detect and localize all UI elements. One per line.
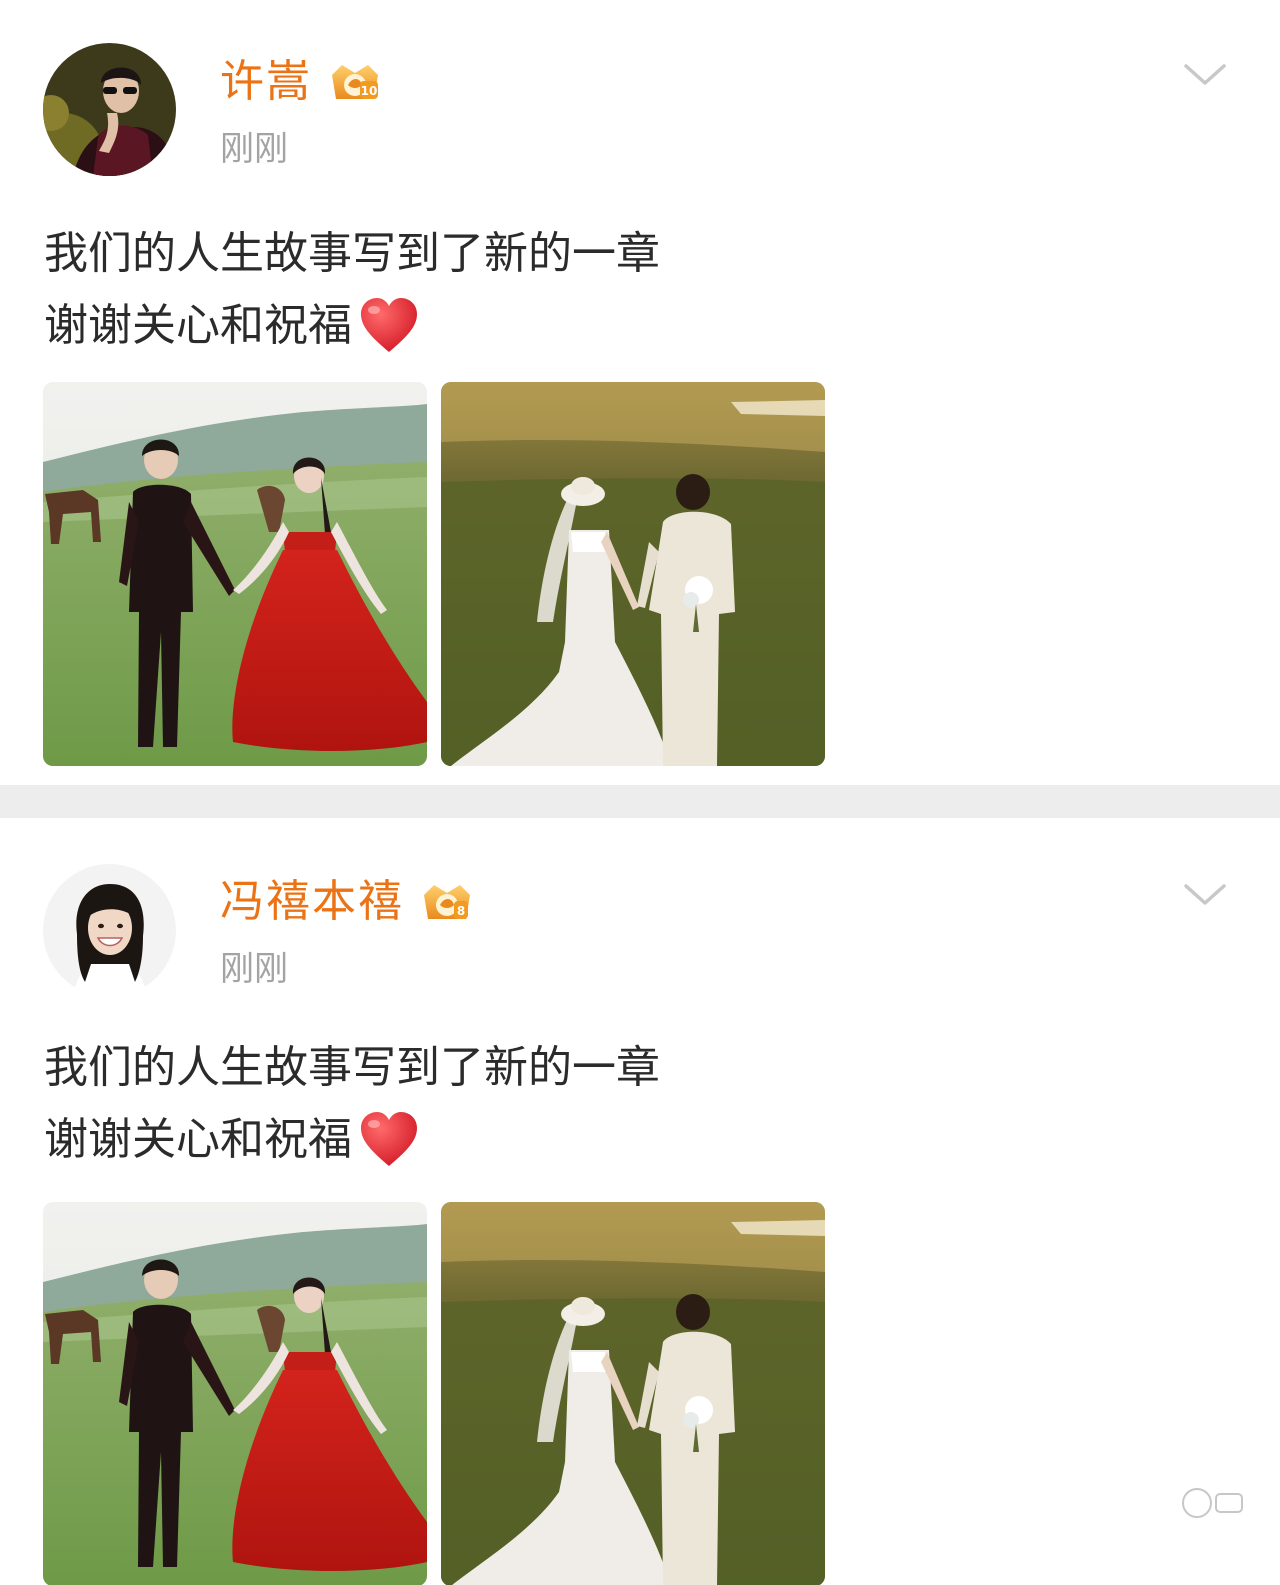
content-text: 谢谢关心和祝福 bbox=[44, 300, 352, 351]
content-line-2: 谢谢关心和祝福 bbox=[44, 290, 944, 362]
chevron-down-icon[interactable] bbox=[1180, 56, 1230, 92]
chevron-down-icon[interactable] bbox=[1180, 876, 1230, 912]
post-content: 我们的人生故事写到了新的一章 谢谢关心和祝福 bbox=[44, 1032, 944, 1176]
photo-grid bbox=[43, 382, 825, 766]
vip-level: 8 bbox=[457, 904, 465, 918]
post-timestamp: 刚刚 bbox=[220, 949, 288, 989]
photo-grid bbox=[43, 1202, 825, 1585]
vip-crown-badge-icon[interactable]: 8 bbox=[404, 877, 476, 927]
smiling-woman-avatar-icon[interactable] bbox=[43, 864, 176, 997]
post-timestamp: 刚刚 bbox=[220, 129, 288, 169]
content-line-2: 谢谢关心和祝福 bbox=[44, 1104, 944, 1176]
vip-level: 10 bbox=[361, 84, 378, 98]
watermark-logo-icon bbox=[1178, 1484, 1248, 1522]
weibo-post: 许嵩 10 刚刚 我们的人生故事写到了新的一章 谢谢关心和祝福 bbox=[0, 0, 1280, 785]
content-line-1: 我们的人生故事写到了新的一章 bbox=[44, 1032, 944, 1104]
post-content: 我们的人生故事写到了新的一章 谢谢关心和祝福 bbox=[44, 218, 944, 362]
content-text: 谢谢关心和祝福 bbox=[44, 1114, 352, 1165]
username[interactable]: 冯禧本禧 bbox=[220, 872, 404, 932]
username[interactable]: 许嵩 bbox=[220, 52, 312, 112]
couple-white-wedding-sunset-photo[interactable] bbox=[441, 1202, 825, 1585]
red-heart-emoji-icon bbox=[361, 1112, 417, 1166]
couple-red-dress-grassland-photo[interactable] bbox=[43, 382, 427, 766]
username-row: 冯禧本禧 8 bbox=[220, 872, 476, 932]
username-row: 许嵩 10 bbox=[220, 52, 384, 112]
post-separator bbox=[0, 785, 1280, 818]
weibo-post: 冯禧本禧 8 刚刚 我们的人生故事写到了新的一章 谢谢关心和祝福 bbox=[0, 818, 1280, 1585]
red-heart-emoji-icon bbox=[361, 298, 417, 352]
content-line-1: 我们的人生故事写到了新的一章 bbox=[44, 218, 944, 290]
vip-crown-badge-icon[interactable]: 10 bbox=[312, 57, 384, 107]
content-text: 我们的人生故事写到了新的一章 bbox=[44, 1042, 660, 1093]
man-sunglasses-avatar-icon[interactable] bbox=[43, 43, 176, 176]
couple-red-dress-grassland-photo[interactable] bbox=[43, 1202, 427, 1585]
content-text: 我们的人生故事写到了新的一章 bbox=[44, 228, 660, 279]
couple-white-wedding-sunset-photo[interactable] bbox=[441, 382, 825, 766]
